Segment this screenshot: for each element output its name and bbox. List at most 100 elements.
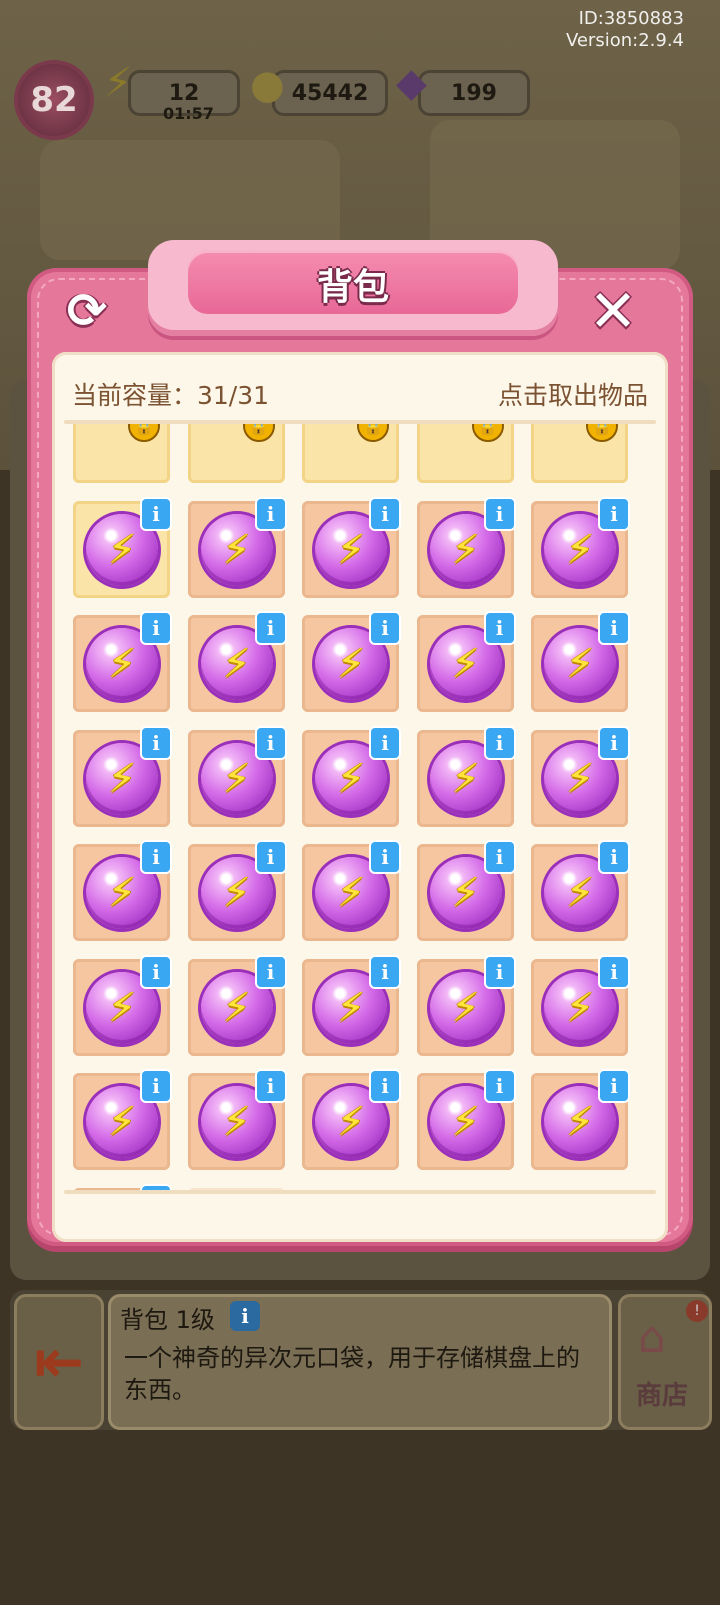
item-slot[interactable]: ⚡i (302, 954, 401, 1056)
item-slot[interactable]: ⚡i (73, 725, 172, 827)
refresh-button[interactable]: ⟳ (58, 282, 116, 340)
lock-icon: 🔒 (586, 424, 618, 442)
item-slot[interactable]: ⚡i (531, 725, 630, 827)
exit-icon: ⇤ (33, 1327, 85, 1397)
item-grid-viewport[interactable]: 🔒 🔒 🔒 🔒 🔒 ⚡ i ⚡ i ⚡ i ⚡ i ⚡ i ⚡ i ⚡ i ⚡ i ⚡ i ⚡ i ⚡ i ⚡ i ⚡ i ⚡ i ⚡ i ⚡ i ⚡ i ⚡… (52, 424, 668, 1194)
item-slot[interactable]: ⚡i (531, 954, 630, 1056)
item-slot[interactable]: ⚡i (187, 611, 287, 712)
item-slot[interactable]: ⚡i (187, 1069, 287, 1170)
title-tab: 背包 (148, 240, 558, 336)
info-icon[interactable]: i (140, 725, 172, 760)
info-icon[interactable]: i (483, 611, 516, 645)
item-slot[interactable]: ⚡i (416, 954, 516, 1056)
info-icon[interactable]: i (254, 840, 287, 874)
locked-slot[interactable]: 🔒 (187, 424, 285, 483)
info-icon[interactable]: i (254, 1069, 287, 1103)
notification-badge: ! (686, 1300, 708, 1322)
exit-button[interactable]: ⇤ (14, 1294, 104, 1430)
lightning-icon: ⚡ (104, 60, 133, 106)
item-slot[interactable]: ⚡i (416, 1069, 516, 1170)
locked-slot[interactable]: 🔒 (73, 424, 170, 483)
info-icon[interactable]: i (140, 496, 172, 531)
item-slot[interactable]: ⚡i (187, 840, 287, 941)
locked-slot[interactable]: 🔒 (531, 424, 628, 483)
info-icon[interactable]: i (369, 725, 401, 760)
item-slot[interactable]: ⚡i (73, 954, 172, 1056)
item-title: 背包 1级 (120, 1306, 215, 1334)
info-icon[interactable]: i (369, 496, 401, 531)
shop-label: 商店 (635, 1381, 688, 1411)
info-icon[interactable]: i (140, 611, 172, 645)
item-slot[interactable]: ⚡i (302, 1069, 401, 1170)
info-icon[interactable]: i (483, 840, 516, 874)
coins-value: 45442 (291, 80, 369, 106)
divider (64, 1190, 656, 1194)
item-slot[interactable]: ⚡i (302, 496, 401, 598)
info-icon[interactable]: i (598, 496, 630, 531)
info-icon[interactable]: i (140, 1069, 172, 1103)
info-icon[interactable]: i (140, 954, 172, 989)
info-icon[interactable]: i (254, 611, 287, 645)
info-icon[interactable]: i (483, 1069, 516, 1103)
refresh-icon: ⟳ (66, 283, 108, 339)
gems-value: 199 (451, 80, 497, 106)
locked-slot[interactable]: 🔒 (302, 424, 399, 483)
lock-icon: 🔒 (471, 424, 504, 442)
info-icon[interactable]: i (598, 725, 630, 760)
item-slot[interactable]: ⚡i (531, 840, 630, 941)
lock-icon: 🔒 (357, 424, 389, 442)
coin-icon: ● (250, 62, 285, 108)
info-icon[interactable]: i (483, 725, 516, 760)
version-label: Version:2.9.4 (565, 30, 684, 51)
item-slot[interactable]: ⚡i (73, 840, 172, 941)
account-info: ID:3850883 Version:2.9.4 (566, 8, 684, 52)
item-slot[interactable]: ⚡i (416, 611, 516, 712)
item-slot[interactable]: ⚡i (302, 725, 401, 827)
energy-value: 12 (168, 80, 200, 106)
info-icon[interactable]: i (254, 725, 287, 760)
coins-counter[interactable]: 45442 (272, 70, 388, 116)
info-icon[interactable]: i (369, 611, 401, 645)
item-slot[interactable]: ⚡i (73, 1069, 172, 1170)
close-icon: ✕ (588, 277, 638, 345)
info-icon[interactable]: i (230, 1301, 260, 1331)
info-icon[interactable]: i (369, 840, 401, 874)
item-slot[interactable]: ⚡i (187, 954, 287, 1056)
item-slot[interactable]: ⚡i (187, 725, 287, 827)
shop-icon: ⌂ (638, 1312, 666, 1363)
close-button[interactable]: ✕ (582, 277, 644, 345)
item-slot[interactable]: ⚡i (416, 840, 516, 941)
info-icon[interactable]: i (254, 954, 287, 989)
hint-label: 点击取出物品 (497, 381, 648, 410)
locked-slot[interactable]: 🔒 (416, 424, 514, 483)
item-slot[interactable]: ⚡i (531, 496, 630, 598)
info-icon[interactable]: i (369, 1069, 401, 1103)
level-badge[interactable]: 82 (14, 60, 94, 140)
info-icon[interactable]: i (598, 954, 630, 989)
info-icon[interactable]: i (483, 496, 516, 531)
info-icon[interactable]: i (254, 496, 287, 531)
item-slot[interactable]: ⚡i (73, 611, 172, 712)
gem-icon: ◆ (396, 60, 427, 106)
item-slot[interactable]: ⚡i (187, 496, 287, 598)
item-slot[interactable]: ⚡i (416, 725, 516, 827)
item-slot[interactable]: ⚡i (73, 496, 172, 598)
info-icon[interactable]: i (140, 840, 172, 874)
lock-icon: 🔒 (242, 424, 275, 442)
item-description: 一个神奇的异次元口袋，用于存储棋盘上的东西。 (124, 1344, 580, 1404)
item-slot[interactable]: ⚡i (416, 496, 516, 598)
info-icon[interactable]: i (483, 954, 516, 989)
capacity-label: 当前容量：31/31 (72, 381, 270, 410)
item-slot[interactable]: ⚡i (302, 840, 401, 941)
info-icon[interactable]: i (598, 840, 630, 874)
energy-timer: 01:57 (163, 104, 214, 123)
lock-icon: 🔒 (128, 424, 160, 442)
info-icon[interactable]: i (598, 611, 630, 645)
backpack-content: 当前容量：31/31 点击取出物品 🔒 🔒 🔒 🔒 🔒 ⚡ i ⚡ i ⚡ i ⚡ i ⚡ i ⚡ i ⚡ i ⚡ i ⚡… (52, 352, 668, 1242)
item-slot[interactable]: ⚡i (531, 611, 630, 712)
gems-counter[interactable]: 199 (418, 70, 530, 116)
info-icon[interactable]: i (369, 954, 401, 989)
item-slot[interactable]: ⚡i (531, 1069, 630, 1170)
item-slot[interactable]: ⚡i (302, 611, 401, 712)
info-icon[interactable]: i (598, 1069, 630, 1103)
